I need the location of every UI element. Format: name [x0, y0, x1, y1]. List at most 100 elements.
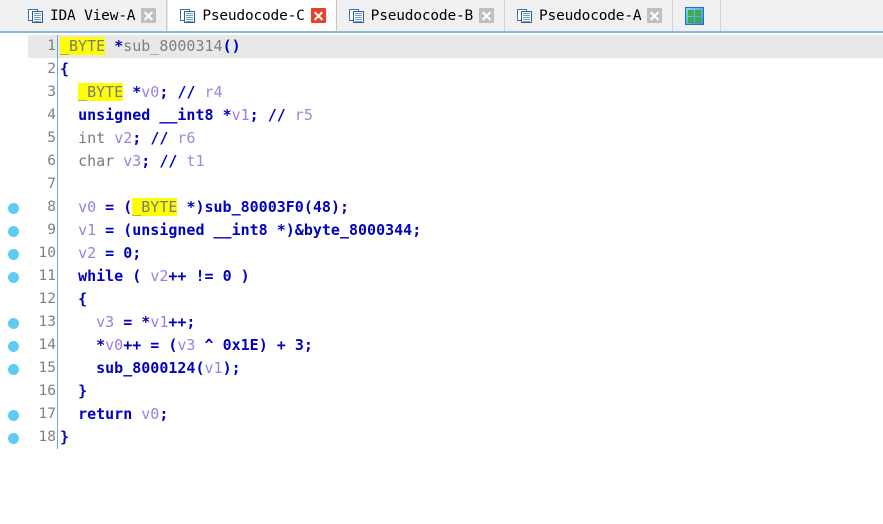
token-var: v0 — [105, 336, 124, 354]
breakpoint-gutter-slot[interactable] — [0, 173, 28, 196]
breakpoint-dot-icon[interactable] — [0, 311, 28, 334]
code-text[interactable]: } — [58, 426, 883, 449]
breakpoint-gutter-slot[interactable] — [0, 150, 28, 173]
token-punc: * — [222, 106, 232, 124]
breakpoint-gutter-slot[interactable] — [0, 380, 28, 403]
code-line[interactable]: 13 v3 = *v1++; — [0, 311, 883, 334]
token-cmt2: t1 — [177, 152, 205, 170]
code-line[interactable]: 11 while ( v2++ != 0 ) — [0, 265, 883, 288]
tab-pseudocode-a[interactable]: Pseudocode-A — [505, 0, 674, 31]
tab-ida-view-a[interactable]: IDA View-A — [16, 0, 168, 31]
code-text[interactable]: _BYTE *v0; // r4 — [58, 81, 883, 104]
code-line[interactable]: 14 *v0++ = (v3 ^ 0x1E) + 3; — [0, 334, 883, 357]
code-text[interactable]: int v2; // r6 — [58, 127, 883, 150]
code-text[interactable]: { — [58, 288, 883, 311]
breakpoint-dot-icon[interactable] — [0, 196, 28, 219]
token-cmt: // — [159, 152, 178, 170]
code-line[interactable]: 8 v0 = (_BYTE *)sub_80003F0(48); — [0, 196, 883, 219]
breakpoint-dot-icon[interactable] — [0, 242, 28, 265]
code-line[interactable]: 18} — [0, 426, 883, 449]
code-line[interactable]: 12 { — [0, 288, 883, 311]
code-text[interactable]: while ( v2++ != 0 ) — [58, 265, 883, 288]
code-line[interactable]: 9 v1 = (unsigned __int8 *)&byte_8000344; — [0, 219, 883, 242]
close-icon[interactable] — [141, 8, 157, 23]
code-line[interactable]: 1 _BYTE *sub_8000314() — [0, 35, 883, 58]
code-text[interactable]: v0 = (_BYTE *)sub_80003F0(48); — [58, 196, 883, 219]
pseudocode-editor[interactable]: 1 _BYTE *sub_8000314() 2{3 _BYTE *v0; // r… — [0, 33, 883, 524]
code-line[interactable]: 2{ — [0, 58, 883, 81]
code-line[interactable]: 15 sub_8000124(v1); — [0, 357, 883, 380]
token-hl: _BYTE — [60, 37, 106, 55]
token-punc: = — [105, 244, 115, 262]
line-number: 17 — [38, 406, 56, 422]
token-punc: = — [105, 198, 115, 216]
token-cmt: // — [177, 83, 196, 101]
token-punc: ^ — [195, 336, 223, 354]
code-line[interactable]: 5 int v2; // r6 — [0, 127, 883, 150]
code-line[interactable]: 4 unsigned __int8 *v1; // r5 — [0, 104, 883, 127]
breakpoint-dot-icon[interactable] — [0, 334, 28, 357]
breakpoint-gutter-slot[interactable] — [0, 35, 28, 58]
code-text[interactable] — [58, 173, 883, 196]
code-text[interactable]: *v0++ = (v3 ^ 0x1E) + 3; — [58, 334, 883, 357]
code-line[interactable]: 3 _BYTE *v0; // r4 — [0, 81, 883, 104]
line-number: 8 — [47, 199, 56, 215]
close-icon[interactable] — [310, 8, 326, 23]
code-line[interactable]: 7 — [0, 173, 883, 196]
code-text[interactable]: unsigned __int8 *v1; // r5 — [58, 104, 883, 127]
breakpoint-gutter-slot[interactable] — [0, 104, 28, 127]
code-text[interactable]: v1 = (unsigned __int8 *)&byte_8000344; — [58, 219, 883, 242]
line-number: 7 — [47, 176, 56, 192]
breakpoint-dot-icon[interactable] — [0, 265, 28, 288]
token-punc: * — [132, 83, 142, 101]
line-number: 1 — [28, 35, 57, 58]
breakpoint-dot-icon[interactable] — [0, 403, 28, 426]
breakpoint-gutter-slot[interactable] — [0, 81, 28, 104]
code-line[interactable]: 17 return v0; — [0, 403, 883, 426]
token-punc: { — [60, 60, 70, 78]
breakpoint-dot-icon[interactable] — [0, 219, 28, 242]
tab-bar: IDA View-A Pseudocode-C Pseudocode-B Pse… — [0, 0, 883, 33]
breakpoint-gutter-slot[interactable] — [0, 127, 28, 150]
breakpoint-dot-icon[interactable] — [0, 357, 28, 380]
code-text[interactable]: { — [58, 58, 883, 81]
tab-pseudocode-b[interactable]: Pseudocode-B — [336, 0, 506, 31]
code-line[interactable]: 6 char v3; // t1 — [0, 150, 883, 173]
tab-label: Pseudocode-B — [370, 7, 474, 24]
token-num: 48 — [312, 198, 331, 216]
code-text[interactable]: } — [58, 380, 883, 403]
token-var: v1 — [204, 359, 223, 377]
token-punc: ++; — [168, 313, 196, 331]
code-text[interactable]: _BYTE *sub_8000314() — [58, 35, 883, 58]
breakpoint-gutter-slot[interactable] — [0, 288, 28, 311]
token-kw: unsigned __int8 — [78, 106, 214, 124]
code-text[interactable]: char v3; // t1 — [58, 150, 883, 173]
code-line[interactable]: 10 v2 = 0; — [0, 242, 883, 265]
code-text[interactable]: v2 = 0; — [58, 242, 883, 265]
breakpoint-gutter-slot[interactable] — [0, 58, 28, 81]
token-punc: *)& — [276, 221, 304, 239]
token-var: v0 — [141, 405, 160, 423]
breakpoint-dot-icon[interactable] — [0, 426, 28, 449]
token-punc: ) — [231, 267, 250, 285]
token-num: 0 — [123, 244, 133, 262]
token-cmt: // — [150, 129, 169, 147]
code-text[interactable]: v3 = *v1++; — [58, 311, 883, 334]
tab-structures[interactable] — [673, 0, 722, 31]
code-text[interactable]: sub_8000124(v1); — [58, 357, 883, 380]
token-fn: byte_8000344 — [303, 221, 413, 239]
tab-pseudocode-c[interactable]: Pseudocode-C — [167, 0, 337, 31]
code-line[interactable]: 16 } — [0, 380, 883, 403]
close-icon[interactable] — [647, 8, 663, 23]
line-number: 15 — [38, 360, 56, 376]
code-text[interactable]: return v0; — [58, 403, 883, 426]
close-icon[interactable] — [479, 8, 495, 23]
